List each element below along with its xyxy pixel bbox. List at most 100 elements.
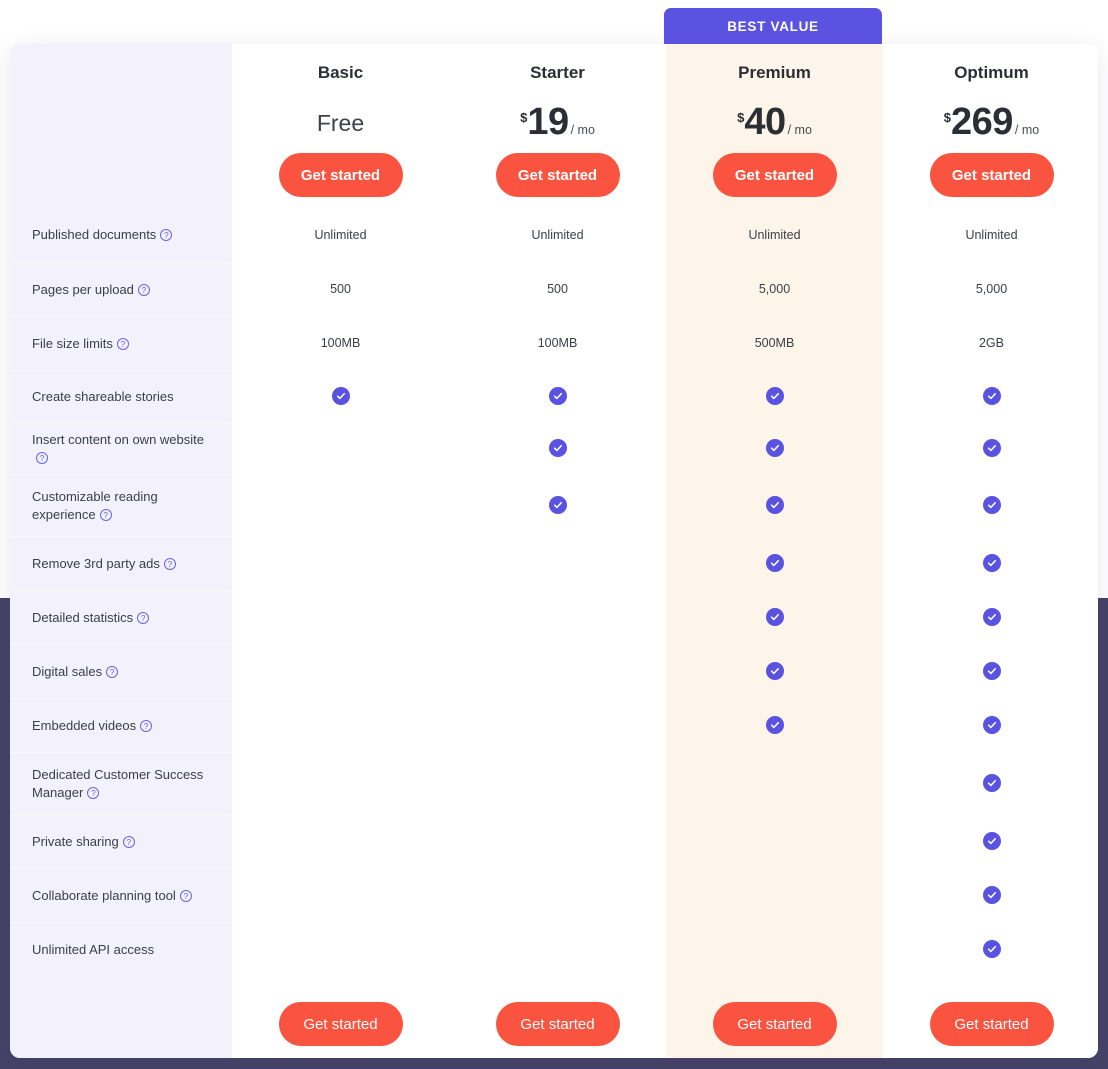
help-circle-icon[interactable]: ?: [106, 665, 119, 678]
plan-value-cell: [883, 698, 1098, 752]
plan-value-cell: [666, 868, 883, 922]
help-circle-icon[interactable]: ?: [160, 229, 173, 242]
plan-value-cell: [449, 590, 666, 644]
feature-label-row: Detailed statistics?: [10, 590, 232, 644]
plan-column-optimum: Optimum $269/ mo Get started Unlimited 5,000…: [883, 44, 1098, 1058]
plan-value-cell: [232, 644, 449, 698]
check-circle-icon: [982, 886, 1001, 904]
check-circle-icon: [765, 716, 784, 734]
plan-header: Starter $19/ mo Get started: [449, 44, 666, 208]
plan-value-text: 2GB: [978, 336, 1004, 350]
help-circle-icon[interactable]: ?: [137, 611, 150, 624]
check-circle-icon: [982, 439, 1001, 457]
plan-value-cell: 500MB: [666, 316, 883, 370]
plan-value-text: 5,000: [975, 282, 1008, 296]
feature-label-text: Pages per upload: [32, 281, 134, 297]
feature-label-text: Digital sales: [32, 663, 103, 679]
feature-label-row: Unlimited API access: [10, 922, 232, 976]
plan-value-cell: [232, 474, 449, 536]
plan-value-cell: [666, 698, 883, 752]
get-started-button-top[interactable]: Get started: [495, 153, 620, 197]
help-circle-icon[interactable]: ?: [140, 719, 153, 732]
plan-value-cell: [449, 474, 666, 536]
get-started-button-bottom[interactable]: Get started: [495, 1002, 620, 1046]
check-circle-icon: [765, 554, 784, 572]
feature-label-row: Customizable reading experience?: [10, 474, 232, 536]
help-circle-icon[interactable]: ?: [116, 337, 129, 350]
plan-name: Premium: [738, 63, 811, 82]
help-circle-icon[interactable]: ?: [122, 835, 135, 848]
plan-value-cell: 5,000: [883, 262, 1098, 316]
help-circle-icon[interactable]: ?: [87, 786, 100, 799]
get-started-button-top[interactable]: Get started: [929, 153, 1054, 197]
plan-value-cell: [883, 590, 1098, 644]
plan-price-amount: 19: [527, 101, 569, 143]
plan-value-text: Unlimited: [965, 228, 1018, 242]
check-circle-icon: [982, 716, 1001, 734]
plan-value-cell: [666, 814, 883, 868]
help-circle-icon[interactable]: ?: [179, 889, 192, 902]
check-circle-icon: [982, 940, 1001, 958]
plan-value-cell: 5,000: [666, 262, 883, 316]
plan-value-text: 500MB: [754, 336, 795, 350]
get-started-button-bottom[interactable]: Get started: [929, 1002, 1054, 1046]
feature-label-row: Insert content on own website?: [10, 422, 232, 474]
plan-name: Optimum: [954, 63, 1029, 82]
feature-label-text: Customizable reading experience: [32, 488, 158, 522]
plan-header: Premium $40/ mo Get started: [666, 44, 883, 208]
plan-price: Free: [317, 101, 364, 145]
plan-value-cell: [883, 814, 1098, 868]
feature-label-row: Dedicated Customer Success Manager?: [10, 752, 232, 814]
feature-label-text: Embedded videos: [32, 717, 137, 733]
plan-value-cell: [666, 644, 883, 698]
plan-price: $19/ mo: [520, 101, 595, 145]
feature-label-text: Unlimited API access: [32, 941, 155, 957]
help-circle-icon[interactable]: ?: [36, 451, 48, 464]
currency-symbol: $: [737, 110, 745, 125]
plan-value-text: 500: [330, 282, 351, 296]
plan-value-cell: [449, 644, 666, 698]
plan-value-cell: [666, 474, 883, 536]
check-circle-icon: [765, 387, 784, 405]
plan-value-cell: [666, 752, 883, 814]
plan-value-text: Unlimited: [314, 228, 367, 242]
plan-value-cell: [883, 536, 1098, 590]
best-value-badge: BEST VALUE: [664, 8, 882, 44]
get-started-button-top[interactable]: Get started: [712, 153, 837, 197]
get-started-button-bottom[interactable]: Get started: [712, 1002, 837, 1046]
check-circle-icon: [982, 832, 1001, 850]
plan-value-cell: [666, 370, 883, 422]
plan-value-cell: [449, 752, 666, 814]
get-started-button-bottom[interactable]: Get started: [278, 1002, 403, 1046]
plan-value-cell: [232, 536, 449, 590]
get-started-button-top[interactable]: Get started: [278, 153, 403, 197]
help-circle-icon[interactable]: ?: [163, 557, 176, 570]
plan-price: $40/ mo: [737, 101, 812, 145]
plan-header: Optimum $269/ mo Get started: [883, 44, 1098, 208]
plan-value-cell: [232, 922, 449, 976]
feature-label-text: Published documents: [32, 227, 157, 243]
plan-value-cell: [232, 590, 449, 644]
plan-value-cell: [666, 536, 883, 590]
page-backdrop-top-right: [1060, 0, 1108, 40]
feature-column-header-spacer: [10, 44, 232, 208]
feature-label-column: Published documents? Pages per upload? Fil…: [10, 44, 232, 1058]
plan-value-cell: [232, 698, 449, 752]
plan-footer: Get started: [666, 976, 883, 1058]
plan-price-amount: 40: [744, 101, 786, 143]
plan-footer: Get started: [883, 976, 1098, 1058]
plan-value-cell: [883, 752, 1098, 814]
plan-value-cell: [666, 922, 883, 976]
plan-value-cell: Unlimited: [666, 208, 883, 262]
plan-price-period: / mo: [1014, 123, 1040, 137]
feature-label-row: Embedded videos?: [10, 698, 232, 752]
plan-value-cell: [232, 752, 449, 814]
check-circle-icon: [765, 439, 784, 457]
help-circle-icon[interactable]: ?: [99, 508, 112, 521]
help-circle-icon[interactable]: ?: [137, 283, 150, 296]
plan-value-cell: [232, 814, 449, 868]
plan-value-cell: [449, 698, 666, 752]
check-circle-icon: [765, 662, 784, 680]
feature-label-text: Remove 3rd party ads: [32, 555, 160, 571]
plan-column-starter: Starter $19/ mo Get started Unlimited 500 100…: [449, 44, 666, 1058]
